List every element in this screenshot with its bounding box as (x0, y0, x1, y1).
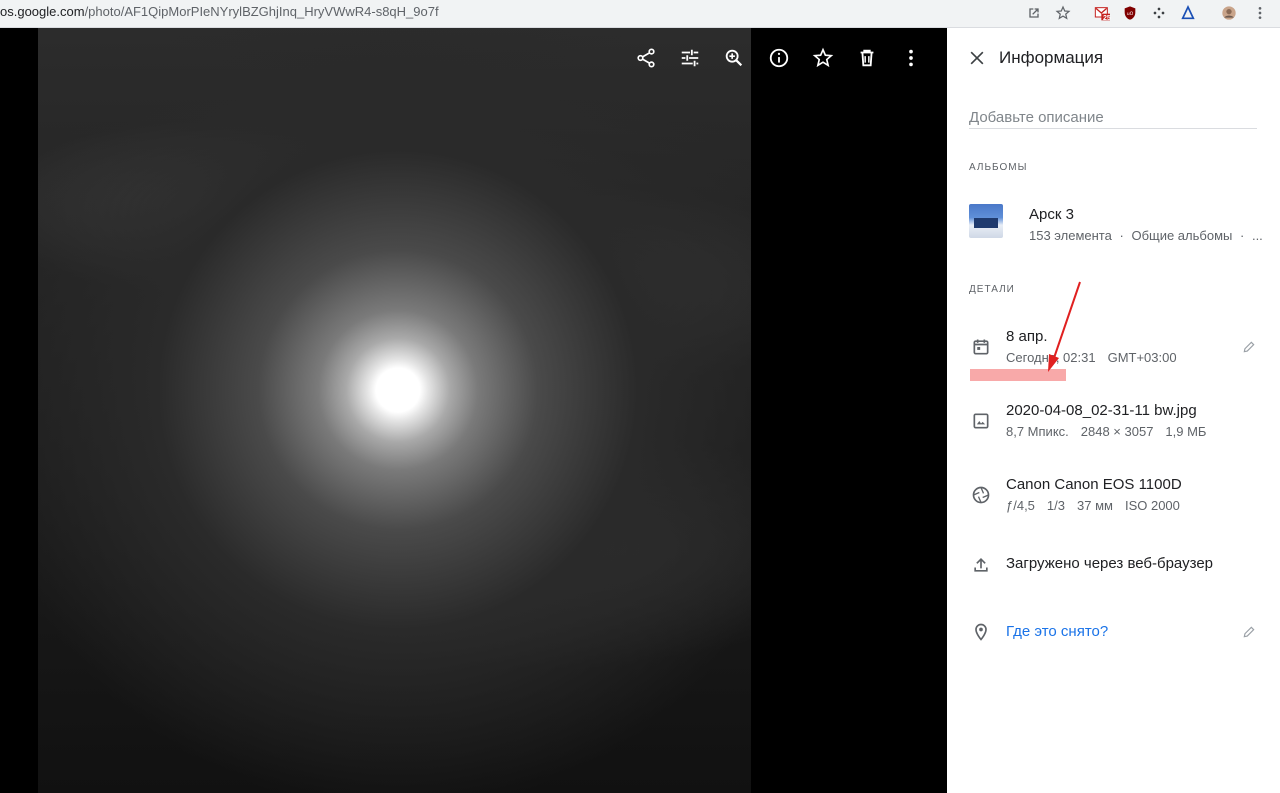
svg-text:uO: uO (1127, 11, 1134, 17)
camera-aperture-icon (969, 483, 993, 507)
edit-location-pencil-icon[interactable] (1239, 622, 1259, 642)
annotation-arrow (1048, 281, 1081, 372)
camera-iso: ISO 2000 (1124, 498, 1180, 513)
close-icon[interactable] (965, 46, 989, 70)
alice-extension-icon[interactable] (1178, 3, 1198, 23)
camera-settings: ƒ/4,5 1/3 37 мм ISO 2000 (1006, 498, 1192, 513)
delete-icon[interactable] (853, 44, 881, 72)
gmail-badge: 25 (1103, 15, 1111, 22)
image-file-icon (969, 409, 993, 433)
file-megapixels: 8,7 Мпикс. (1006, 424, 1069, 439)
share-icon[interactable] (632, 44, 660, 72)
camera-aperture: ƒ/4,5 (1006, 498, 1035, 513)
album-sep: · (1239, 228, 1245, 243)
add-location-link[interactable]: Где это снято? (1006, 623, 1108, 640)
file-name: 2020-04-08_02-31-11 bw.jpg (1006, 402, 1197, 419)
gmail-extension-icon[interactable]: 25 (1092, 3, 1112, 23)
albums-section-label: АЛЬБОМЫ (969, 162, 1028, 173)
photo-time: Сегодня, 02:31 GMT+03:00 (1006, 350, 1189, 365)
bookmark-star-icon[interactable] (1053, 3, 1073, 23)
file-size: 1,9 МБ (1165, 424, 1207, 439)
camera-focal: 37 мм (1077, 498, 1113, 513)
details-section-label: ДЕТАЛИ (969, 284, 1015, 295)
info-icon[interactable] (765, 44, 793, 72)
album-count: 153 элемента (1029, 228, 1112, 243)
ublock-extension-icon[interactable]: uO (1120, 3, 1140, 23)
moon-photo[interactable] (38, 28, 751, 793)
photo-timezone: GMT+03:00 (1107, 350, 1177, 365)
url-host: os.google.com (0, 4, 85, 19)
album-meta: 153 элемента · Общие альбомы · ... (1029, 228, 1263, 243)
file-resolution: 2848 × 3057 (1080, 424, 1154, 439)
edit-adjust-icon[interactable] (676, 44, 704, 72)
info-panel: Информация АЛЬБОМЫ Арск 3 153 элемента ·… (947, 28, 1280, 793)
edit-date-pencil-icon[interactable] (1239, 337, 1259, 357)
extension-dots-icon[interactable] (1149, 3, 1169, 23)
profile-avatar-icon[interactable] (1219, 3, 1239, 23)
file-meta: 8,7 Мпикс. 2848 × 3057 1,9 МБ (1006, 424, 1218, 439)
url-field[interactable]: os.google.com/photo/AF1QipMorPIeNYrylBZG… (0, 4, 439, 19)
album-thumbnail[interactable] (969, 204, 1003, 238)
upload-icon (969, 553, 993, 577)
favorite-star-icon[interactable] (809, 44, 837, 72)
album-name[interactable]: Арск 3 (1029, 206, 1074, 223)
camera-model: Canon Canon EOS 1100D (1006, 476, 1182, 493)
more-icon[interactable] (897, 44, 925, 72)
description-input[interactable] (969, 106, 1257, 129)
calendar-icon (969, 335, 993, 359)
upload-source: Загружено через веб-браузер (1006, 555, 1214, 572)
album-more: ... (1251, 228, 1263, 243)
panel-title: Информация (999, 48, 1104, 67)
camera-exposure: 1/3 (1046, 498, 1065, 513)
location-pin-icon (969, 620, 993, 644)
url-path: /photo/AF1QipMorPIeNYrylBZGhjInq_HryVWwR… (84, 4, 439, 19)
browser-menu-icon[interactable] (1250, 3, 1270, 23)
zoom-icon[interactable] (720, 44, 748, 72)
open-in-app-icon[interactable] (1024, 3, 1044, 23)
album-type: Общие альбомы (1131, 228, 1233, 243)
photo-viewer (0, 28, 947, 793)
album-sep: · (1119, 228, 1124, 243)
browser-address-bar: os.google.com/photo/AF1QipMorPIeNYrylBZG… (0, 0, 1280, 28)
